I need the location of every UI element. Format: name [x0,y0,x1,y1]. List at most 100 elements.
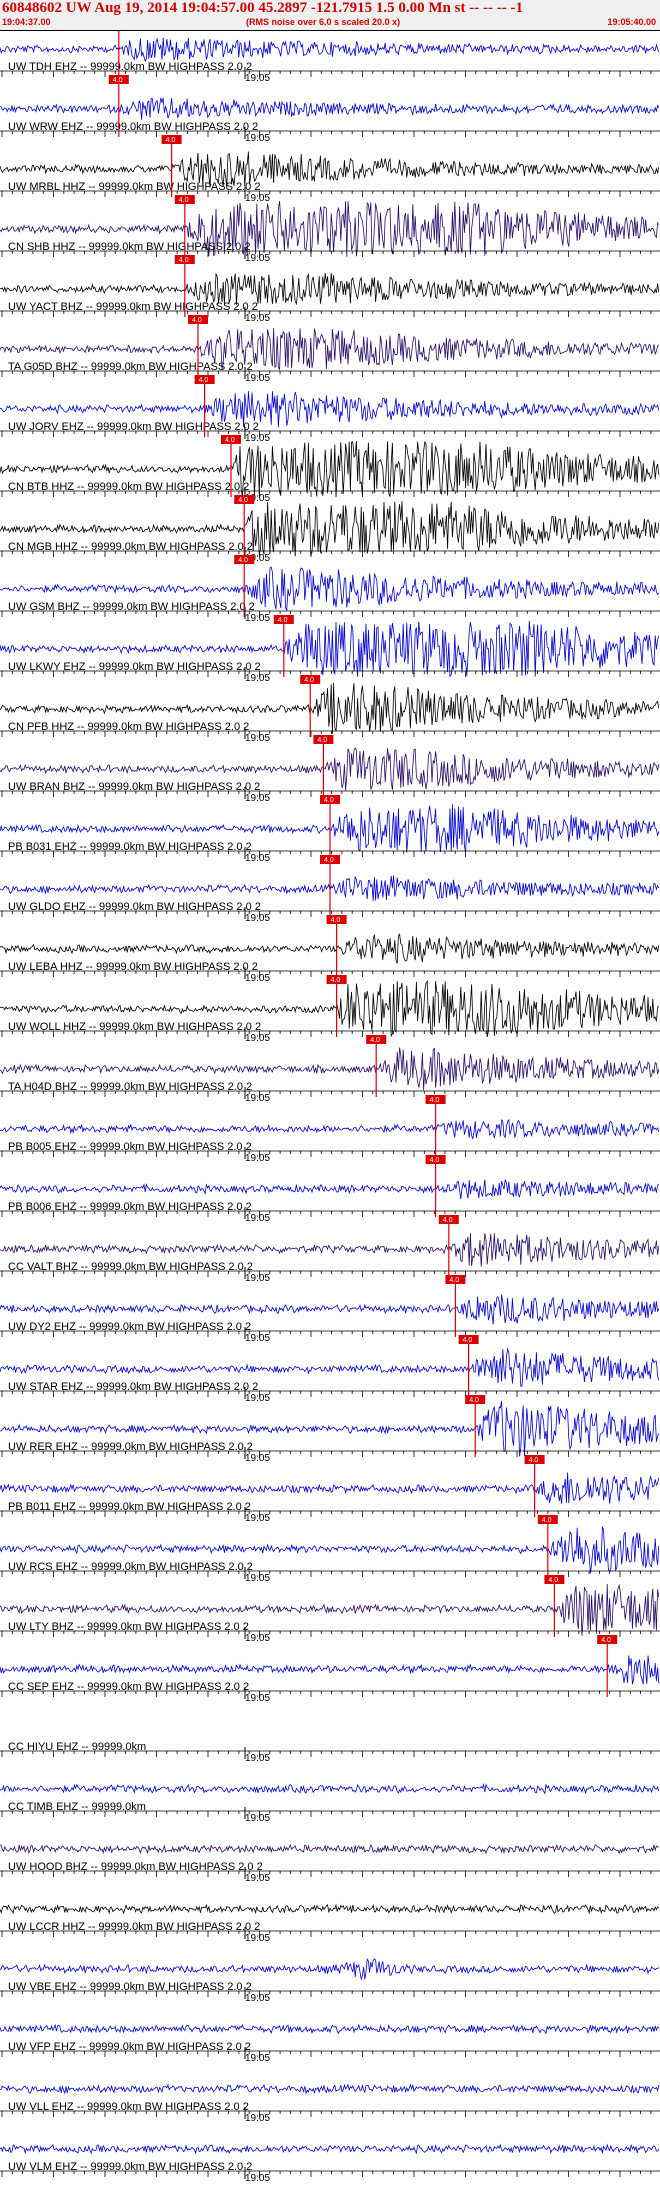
minute-label: 19:05 [245,1093,270,1104]
waveform [0,1903,660,1915]
trace-row: 19:05UW STAR EHZ -- 99999.0km BW HIGHPAS… [0,1335,660,1404]
trace-row: 19:05 UW LKWY EHZ -- 99999.0km BW HIGHPAS… [0,615,660,684]
pick-label: 4.0 [430,1157,440,1164]
station-label: UW RCS EHZ -- 99999.0km BW HIGHPASS 2.0 … [8,1561,253,1573]
trace-row: 19:05UW WRW EHZ -- 99999.0km BW HIGHPASS… [0,75,660,144]
end-time: 19:05:40.00 [607,17,656,27]
waveform [0,1957,660,1981]
waveform [0,1472,660,1504]
pick-label: 4.0 [324,797,334,804]
station-label: UW JORV EHZ -- 99999.0km BW HIGHPASS 2.0… [8,421,259,433]
minute-label: 19:05 [245,253,270,264]
minute-label: 19:05 [245,1693,270,1704]
station-label: PB B005 EHZ -- 99999.0km BW HIGHPASS 2.0… [8,1141,252,1153]
trace-row: 19:05UW BRAN BHZ -- 99999.0km BW HIGHPAS… [0,735,660,804]
pick-label: 4.0 [542,1517,552,1524]
minute-label: 19:05 [245,73,270,84]
station-label: UW YACT BHZ -- 99999.0km BW HIGHPASS 2.0… [8,301,258,313]
station-label: UW VBE EHZ -- 99999.0km BW HIGHPASS 2.0 … [8,1981,252,1993]
pick-label: 4.0 [469,1397,479,1404]
trace-row: 19:05 CC HIYU EHZ -- 99999.0km [0,1741,660,1764]
minute-label: 19:05 [245,973,270,984]
pick-label: 4.0 [179,257,189,264]
station-label: CN SHB HHZ -- 99999.0km BW HIGHPASS 2.0 … [8,241,250,253]
minute-label: 19:05 [245,1393,270,1404]
station-label: CN PFB HHZ -- 99999.0km BW HIGHPASS 2.0 … [8,721,249,733]
minute-label: 19:05 [245,1513,270,1524]
trace-row: 19:05UW GSM BHZ -- 99999.0km BW HIGHPASS… [0,555,660,624]
station-label: UW VLL EHZ -- 99999.0km BW HIGHPASS 2.0 … [8,2101,249,2113]
station-label: UW LKWY EHZ -- 99999.0km BW HIGHPASS 2.0… [8,661,261,673]
start-time: 19:04:37.00 [2,17,51,27]
waveform [0,2023,660,2035]
trace-row: 19:05 CN BTB HHZ -- 99999.0km BW HIGHPASS… [0,435,660,504]
station-label: CN BTB HHZ -- 99999.0km BW HIGHPASS 2.0 … [8,481,249,493]
minute-label: 19:05 [245,1273,270,1284]
minute-label: 19:05 [245,1753,270,1764]
trace-row: 19:05UW GLDO EHZ -- 99999.0km BW HIGHPAS… [0,855,660,924]
waveform [0,1118,660,1140]
minute-label: 19:05 [245,733,270,744]
minute-label: 19:05 [245,853,270,864]
pick-label: 4.0 [113,77,123,84]
station-label: UW WRW EHZ -- 99999.0km BW HIGHPASS 2.0 … [8,121,258,133]
minute-label: 19:05 [245,1213,270,1224]
pick-label: 4.0 [238,557,248,564]
minute-label: 19:05 [245,193,270,204]
pick-label: 4.0 [199,377,209,384]
waveform [0,272,660,306]
station-label: UW LCCR HHZ -- 99999.0km BW HIGHPASS 2.0… [8,1921,260,1933]
trace-row: 19:05CN MGB HHZ -- 99999.0km BW HIGHPASS… [0,495,660,564]
station-label: UW DY2 EHZ -- 99999.0km BW HIGHPASS 2.0 … [8,1321,251,1333]
trace-row: 19:05 CC TIMB EHZ -- 99999.0km [0,1783,660,1824]
minute-label: 19:05 [245,1453,270,1464]
minute-label: 19:05 [245,1333,270,1344]
minute-label: 19:05 [245,2053,270,2064]
trace-row: 19:05UW WOLL HHZ -- 99999.0km BW HIGHPAS… [0,975,660,1044]
station-label: UW MRBL HHZ -- 99999.0km BW HIGHPASS 2.0… [8,181,260,193]
pick-label: 4.0 [278,617,288,624]
minute-label: 19:05 [245,2173,270,2184]
waveform [0,1843,659,1855]
waveform [0,2143,660,2155]
minute-label: 19:05 [245,133,270,144]
pick-label: 4.0 [430,1097,440,1104]
station-label: CC VALT BHZ -- 99999.0km BW HIGHPASS 2.0… [8,1261,253,1273]
minute-label: 19:05 [245,1813,270,1824]
trace-row: 19:05UW JORV EHZ -- 99999.0km BW HIGHPAS… [0,375,660,444]
pick-label: 4.0 [238,497,248,504]
seismogram-panel: 19:05UW TDH EHZ -- 99999.0km BW HIGHPASS… [0,31,660,2184]
trace-row: 19:05UW DY2 EHZ -- 99999.0km BW HIGHPASS… [0,1275,660,1344]
minute-label: 19:05 [245,1633,270,1644]
station-label: UW RER EHZ -- 99999.0km BW HIGHPASS 2.0 … [8,1441,253,1453]
pick-label: 4.0 [548,1577,558,1584]
header-bar: 60848602 UW Aug 19, 2014 19:04:57.00 45.… [0,0,660,31]
minute-label: 19:05 [245,793,270,804]
station-label: UW HOOD BHZ -- 99999.0km BW HIGHPASS 2.0… [8,1861,263,1873]
trace-row: 19:05CN PFB HHZ -- 99999.0km BW HIGHPASS… [0,675,660,744]
waveform [0,1179,660,1199]
minute-label: 19:05 [245,1153,270,1164]
station-label: PB B031 EHZ -- 99999.0km BW HIGHPASS 2.0… [8,841,252,853]
station-label: PB B006 EHZ -- 99999.0km BW HIGHPASS 2.0… [8,1201,252,1213]
station-label: CC HIYU EHZ -- 99999.0km [8,1741,146,1753]
trace-row: 19:05UW LEBA HHZ -- 99999.0km BW HIGHPAS… [0,915,660,984]
trace-row: 19:05UW VLL EHZ -- 99999.0km BW HIGHPASS… [0,2083,660,2124]
trace-row: 19:05TA H04D BHZ -- 99999.0km BW HIGHPAS… [0,1035,660,1104]
station-label: UW VLM EHZ -- 99999.0km BW HIGHPASS 2.0 … [8,2161,252,2173]
trace-row: 19:05UW HOOD BHZ -- 99999.0km BW HIGHPAS… [0,1843,660,1884]
noise-note: (RMS noise over 6.0 s scaled 20.0 x) [246,17,401,27]
pick-label: 4.0 [449,1277,459,1284]
waveform [0,2083,660,2095]
pick-label: 4.0 [463,1337,473,1344]
minute-label: 19:05 [245,613,270,624]
pick-label: 4.0 [317,737,327,744]
minute-label: 19:05 [245,2113,270,2124]
trace-row: 19:05PB B031 EHZ -- 99999.0km BW HIGHPAS… [0,795,660,864]
trace-row: 19:05PB B011 EHZ -- 99999.0km BW HIGHPAS… [0,1455,660,1524]
station-label: UW TDH EHZ -- 99999.0km BW HIGHPASS 2.0 … [8,61,252,73]
station-label: UW GSM BHZ -- 99999.0km BW HIGHPASS 2.0 … [8,601,255,613]
waveform [0,933,660,964]
minute-label: 19:05 [245,1873,270,1884]
pick-label: 4.0 [324,857,334,864]
